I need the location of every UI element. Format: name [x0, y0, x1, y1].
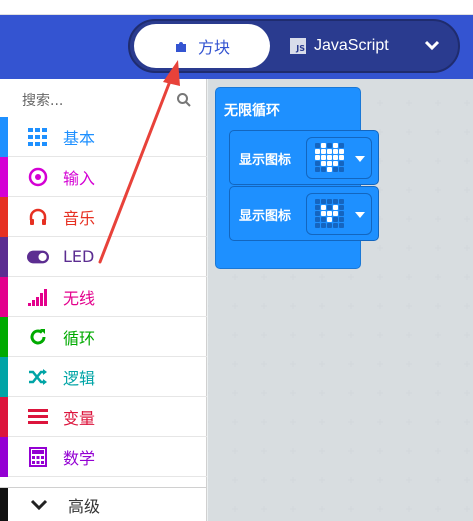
js-file-icon: JS — [290, 38, 306, 54]
heart-small-icon — [315, 199, 345, 229]
category-color-bar — [0, 436, 8, 477]
category-loops[interactable]: 循环 — [0, 316, 207, 357]
category-input[interactable]: 输入 — [0, 156, 207, 197]
category-color-bar — [0, 236, 8, 277]
category-label: 音乐 — [63, 208, 96, 228]
show-icon-block[interactable]: 显示图标 — [229, 130, 379, 185]
icon-dropdown[interactable] — [306, 137, 372, 179]
category-variables[interactable]: 变量 — [0, 396, 207, 437]
radio-target-icon — [27, 166, 49, 188]
category-advanced[interactable]: 高级 — [0, 487, 207, 521]
category-color-bar — [0, 196, 8, 237]
dropdown-arrow-icon — [355, 212, 365, 218]
headphones-icon — [27, 206, 49, 228]
editor-toggle: 方块 JS JavaScript — [128, 19, 460, 73]
category-label: LED — [63, 247, 95, 266]
category-radio[interactable]: 无线 — [0, 276, 207, 317]
category-logic[interactable]: 逻辑 — [0, 356, 207, 397]
search-icon[interactable] — [176, 92, 192, 108]
tab-javascript[interactable]: JS JavaScript — [290, 24, 420, 68]
category-color-bar — [0, 487, 8, 521]
top-strip — [0, 0, 473, 15]
category-basic[interactable]: 基本 — [0, 116, 207, 157]
show-icon-label: 显示图标 — [239, 209, 292, 224]
tab-blocks[interactable]: 方块 — [134, 24, 270, 68]
show-icon-block[interactable]: 显示图标 — [229, 186, 379, 241]
show-icon-label: 显示图标 — [239, 153, 292, 168]
search-placeholder: 搜索... — [22, 93, 64, 109]
category-music[interactable]: 音乐 — [0, 196, 207, 237]
grid-icon — [27, 126, 49, 148]
category-led[interactable]: LED — [0, 236, 207, 277]
icon-dropdown[interactable] — [306, 193, 372, 235]
header-bar: 方块 JS JavaScript — [0, 15, 473, 79]
refresh-icon — [27, 326, 49, 348]
category-label: 逻辑 — [63, 368, 96, 388]
category-label: 变量 — [63, 408, 96, 428]
category-color-bar — [0, 276, 8, 317]
category-label: 数学 — [63, 448, 96, 468]
dropdown-arrow-icon — [355, 156, 365, 162]
forever-block-label: 无限循环 — [224, 103, 280, 119]
shuffle-icon — [27, 366, 49, 388]
category-math[interactable]: 数学 — [0, 436, 207, 477]
calculator-icon — [27, 446, 49, 468]
heart-large-icon — [315, 143, 345, 173]
search-input[interactable]: 搜索... — [8, 83, 198, 117]
signal-bars-icon — [27, 286, 49, 308]
category-label: 循环 — [63, 328, 96, 348]
chevron-down-icon[interactable] — [422, 35, 442, 55]
lines-icon — [27, 406, 49, 428]
category-label: 基本 — [63, 128, 96, 148]
toggle-icon — [27, 246, 49, 268]
puzzle-icon — [175, 42, 186, 52]
category-color-bar — [0, 116, 8, 157]
category-label: 输入 — [63, 168, 96, 188]
category-label: 高级 — [68, 496, 101, 516]
category-color-bar — [0, 316, 8, 357]
category-color-bar — [0, 156, 8, 197]
toolbox: 搜索... 基本 输入 音乐 LED 无线 循环 逻辑 变量 数学 高级 — [0, 79, 207, 521]
tab-javascript-label: JavaScript — [314, 37, 389, 54]
chevron-down-icon — [30, 499, 48, 510]
category-color-bar — [0, 396, 8, 437]
tab-blocks-label: 方块 — [197, 38, 230, 57]
category-label: 无线 — [63, 288, 96, 308]
category-color-bar — [0, 356, 8, 397]
